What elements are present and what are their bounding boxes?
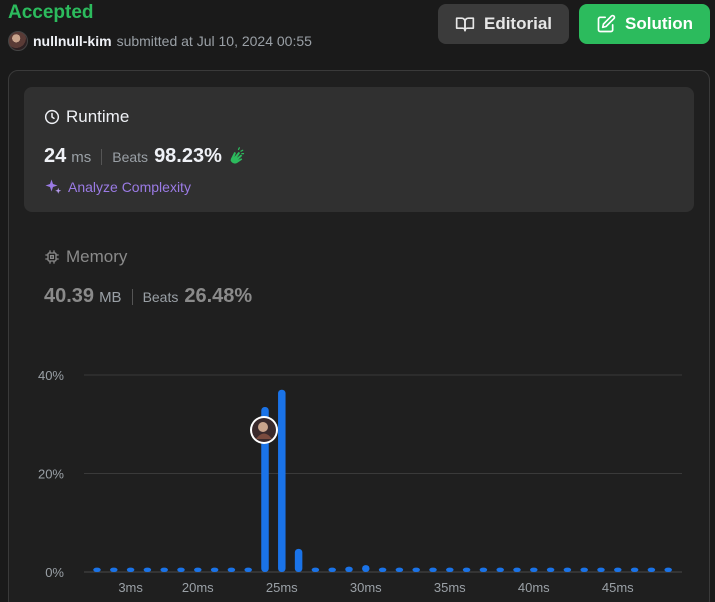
bar[interactable] bbox=[227, 567, 236, 572]
bar[interactable] bbox=[294, 548, 303, 572]
x-tick-label: 35ms bbox=[434, 580, 466, 595]
bar[interactable] bbox=[479, 567, 488, 572]
x-tick-label: 40ms bbox=[518, 580, 550, 595]
bar[interactable] bbox=[362, 565, 370, 572]
bar[interactable] bbox=[143, 567, 152, 572]
bar[interactable] bbox=[345, 566, 353, 572]
bar[interactable] bbox=[664, 567, 672, 572]
bar[interactable] bbox=[580, 567, 588, 572]
bar[interactable] bbox=[597, 567, 605, 572]
bar[interactable] bbox=[395, 567, 404, 572]
bar[interactable] bbox=[429, 567, 437, 572]
bar[interactable] bbox=[496, 567, 504, 572]
bar[interactable] bbox=[177, 567, 185, 572]
bar[interactable] bbox=[446, 567, 454, 572]
bar[interactable] bbox=[630, 567, 639, 572]
bar[interactable] bbox=[647, 567, 656, 572]
x-tick-label: 3ms bbox=[118, 580, 143, 595]
x-tick-label: 45ms bbox=[602, 580, 634, 595]
bar[interactable] bbox=[126, 567, 135, 572]
bar[interactable] bbox=[110, 567, 118, 572]
bar[interactable] bbox=[614, 567, 622, 572]
bar[interactable] bbox=[563, 567, 572, 572]
bar[interactable] bbox=[160, 567, 168, 572]
bar[interactable] bbox=[278, 389, 286, 572]
x-tick-label: 20ms bbox=[182, 580, 214, 595]
bar[interactable] bbox=[244, 567, 252, 572]
bar[interactable] bbox=[194, 567, 202, 572]
bar[interactable] bbox=[210, 567, 219, 572]
runtime-distribution-chart[interactable]: 40% 20% 0% 3ms 20ms 25ms 30ms 35ms 40ms 45ms bbox=[0, 0, 715, 602]
you-marker-face bbox=[258, 422, 268, 432]
x-tick-label: 30ms bbox=[350, 580, 382, 595]
bar[interactable] bbox=[412, 567, 420, 572]
bar[interactable] bbox=[328, 567, 336, 572]
bar[interactable] bbox=[378, 567, 387, 572]
y-tick-label: 0% bbox=[45, 565, 64, 580]
x-tick-label: 25ms bbox=[266, 580, 298, 595]
bar[interactable] bbox=[546, 567, 555, 572]
bar[interactable] bbox=[462, 567, 471, 572]
bar[interactable] bbox=[93, 567, 101, 572]
bar[interactable] bbox=[311, 567, 320, 572]
bar[interactable] bbox=[530, 567, 538, 572]
y-tick-label: 20% bbox=[38, 467, 64, 482]
y-tick-label: 40% bbox=[38, 368, 64, 383]
bar[interactable] bbox=[513, 567, 521, 572]
